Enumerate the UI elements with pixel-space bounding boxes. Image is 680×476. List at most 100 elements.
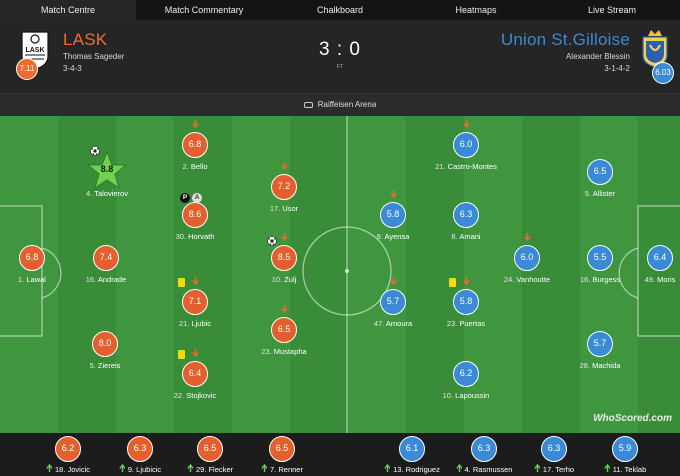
player-name: Lapoussin	[453, 391, 490, 400]
player-number: 21.	[178, 319, 190, 328]
player-name-label: 2. Bello	[140, 162, 250, 171]
player-number: 21.	[435, 162, 446, 171]
player-number: 23.	[446, 319, 458, 328]
player-name: Allister	[591, 189, 616, 198]
yellow-card-icon	[449, 278, 456, 287]
substitute-rating: 6.3	[541, 436, 567, 462]
player-rating: 7.2	[271, 174, 297, 200]
player-name-label: 47. Amoura	[338, 319, 448, 328]
substitute-rating: 6.3	[471, 436, 497, 462]
player-name-label: 10. Zulj	[229, 275, 339, 284]
home-player[interactable]: 6.8 2. Bello	[140, 120, 250, 176]
player-number: 17.	[269, 204, 281, 213]
player-name: Stojkovic	[184, 391, 217, 400]
player-rating: 8.0	[92, 331, 118, 357]
player-name: Moris	[655, 275, 676, 284]
player-name-label: 23. Mustapha	[229, 347, 339, 356]
away-player[interactable]: 6.0 24. Vanhoutte	[472, 233, 582, 289]
away-crest-icon[interactable]	[640, 27, 670, 67]
home-player[interactable]: 7.4 16. Andrade	[51, 245, 161, 289]
player-rating: 7.1	[182, 289, 208, 315]
tab-match-commentary[interactable]: Match Commentary	[136, 0, 272, 20]
sub-off-arrow-icon	[390, 190, 397, 198]
home-player[interactable]: 7.2 17. Usor	[229, 162, 339, 218]
substitute-number: 11.	[612, 465, 623, 474]
tab-chalkboard[interactable]: Chalkboard	[272, 0, 408, 20]
substitute-rating: 6.5	[269, 436, 295, 462]
player-rating: 8.6	[182, 202, 208, 228]
player-name-label: 17. Usor	[229, 204, 339, 213]
home-player[interactable]: 6.5 23. Mustapha	[229, 305, 339, 361]
player-name: Lawal	[24, 275, 46, 284]
tab-heatmaps[interactable]: Heatmaps	[408, 0, 544, 20]
sub-off-arrow-icon	[463, 277, 470, 285]
player-name-label: 16. Andrade	[51, 275, 161, 284]
away-player[interactable]: 6.0 21. Castro-Montes	[411, 120, 521, 176]
goal-ball-icon	[267, 236, 277, 246]
substitute-number: 29.	[195, 465, 207, 474]
player-rating: 6.2	[453, 361, 479, 387]
sub-off-arrow-icon	[192, 277, 199, 285]
away-player[interactable]: 5.7 28. Machida	[545, 331, 655, 375]
goal-ball-icon	[90, 146, 100, 156]
home-substitute[interactable]: 6.5 7. Renner	[227, 433, 337, 475]
substitute-name: Teklab	[622, 465, 647, 474]
away-team-rating: 6.03	[652, 62, 674, 84]
sub-off-arrow-icon	[192, 120, 199, 128]
substitute-number: 17.	[542, 465, 554, 474]
substitute-rating: 5.9	[612, 436, 638, 462]
player-number: 23.	[261, 347, 272, 356]
watermark-text: WhoScored.com	[593, 413, 672, 424]
player-rating: 5.8	[380, 202, 406, 228]
sub-on-arrow-icon	[534, 464, 540, 472]
player-number: 10.	[271, 275, 283, 284]
player-rating: 6.3	[453, 202, 479, 228]
yellow-card-icon	[178, 350, 185, 359]
player-name-label: 4. Talovierov	[52, 189, 162, 198]
player-rating: 5.7	[380, 289, 406, 315]
sub-off-arrow-icon	[463, 120, 470, 128]
home-player[interactable]: 8.5 10. Zulj	[229, 233, 339, 289]
away-substitute[interactable]: 5.9 11. Teklab	[570, 433, 680, 475]
substitute-rating: 6.3	[127, 436, 153, 462]
away-player[interactable]: 6.2 10. Lapoussin	[411, 361, 521, 405]
player-name: Usor	[280, 204, 299, 213]
sub-on-arrow-icon	[261, 464, 268, 472]
player-name-label: 9. Ayensa	[338, 232, 448, 241]
pitch: WhoScored.com 6.8 1. Lawal 7.4 16. Andrade 8…	[0, 116, 680, 433]
away-player[interactable]: 5.7 47. Amoura	[338, 277, 448, 333]
substitute-rating: 6.1	[399, 436, 425, 462]
tab-live-stream[interactable]: Live Stream	[544, 0, 680, 20]
player-name-label: 10. Lapoussin	[411, 391, 521, 400]
sub-on-arrow-icon	[187, 464, 193, 472]
player-name: Bello	[188, 162, 208, 171]
substitute-name-label: 7. Renner	[227, 464, 337, 474]
substitute-number: 18.	[54, 465, 66, 474]
sub-off-arrow-icon	[524, 233, 531, 241]
sub-on-arrow-icon	[119, 464, 125, 472]
away-player[interactable]: 5.8 9. Ayensa	[338, 190, 448, 246]
substitutes-bar: 6.2 18. Jovicic 6.3 9. Ljubicic 6.5 29. Fleck…	[0, 433, 680, 476]
player-name-label: 30. Horvath	[140, 232, 250, 241]
sub-on-arrow-icon	[46, 464, 52, 472]
player-rating: 5.8	[453, 289, 479, 315]
assist-icon: A	[192, 193, 202, 203]
substitute-rating: 6.2	[55, 436, 81, 462]
player-number: 47.	[373, 319, 385, 328]
player-rating: 6.0	[514, 245, 540, 271]
substitute-name: Renner	[276, 465, 303, 474]
away-player[interactable]: 6.5 5. Allister	[545, 159, 655, 203]
player-name: Talovierov	[92, 189, 128, 198]
player-name: Horvath	[186, 232, 215, 241]
player-number: 16.	[85, 275, 97, 284]
player-name: Ziereis	[95, 361, 121, 370]
player-name-label: 24. Vanhoutte	[472, 275, 582, 284]
player-rating: 5.5	[587, 245, 613, 271]
home-player[interactable]: 6.4 22. Stojkovic	[140, 349, 250, 405]
player-name-label: 5. Allister	[545, 189, 655, 198]
tab-match-centre[interactable]: Match Centre	[0, 0, 136, 20]
away-team-name[interactable]: Union St.Gilloise	[501, 30, 630, 50]
watermark: WhoScored.com	[593, 413, 672, 424]
player-number: 22.	[173, 391, 185, 400]
player-name: Vanhoutte	[514, 275, 551, 284]
